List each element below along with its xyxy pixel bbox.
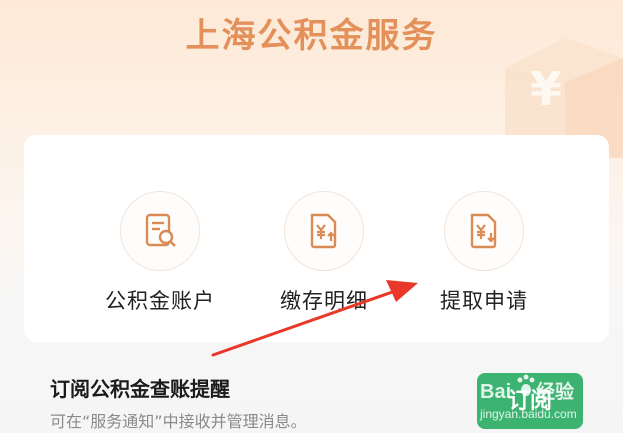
yen-document-upload-icon [284,191,364,271]
withdrawal-apply-entry[interactable]: 提取申请 [414,191,554,315]
withdrawal-apply-label: 提取申请 [440,289,528,313]
subscribe-description: 可在“服务通知”中接收并管理消息。 [50,412,307,431]
subscribe-title: 订阅公积金查账提醒 [50,377,230,401]
service-card: 公积金账户 缴存明细 提取申请 [24,135,609,342]
yen-document-download-icon [444,191,524,271]
account-entry[interactable]: 公积金账户 [90,191,230,315]
deposit-detail-label: 缴存明细 [280,289,368,313]
account-entry-label: 公积金账户 [105,289,215,313]
subscribe-button[interactable]: 订阅 [477,373,583,429]
document-search-icon [120,191,200,271]
yen-decoration-icon: ¥ [530,62,563,116]
deposit-detail-entry[interactable]: 缴存明细 [254,191,394,315]
